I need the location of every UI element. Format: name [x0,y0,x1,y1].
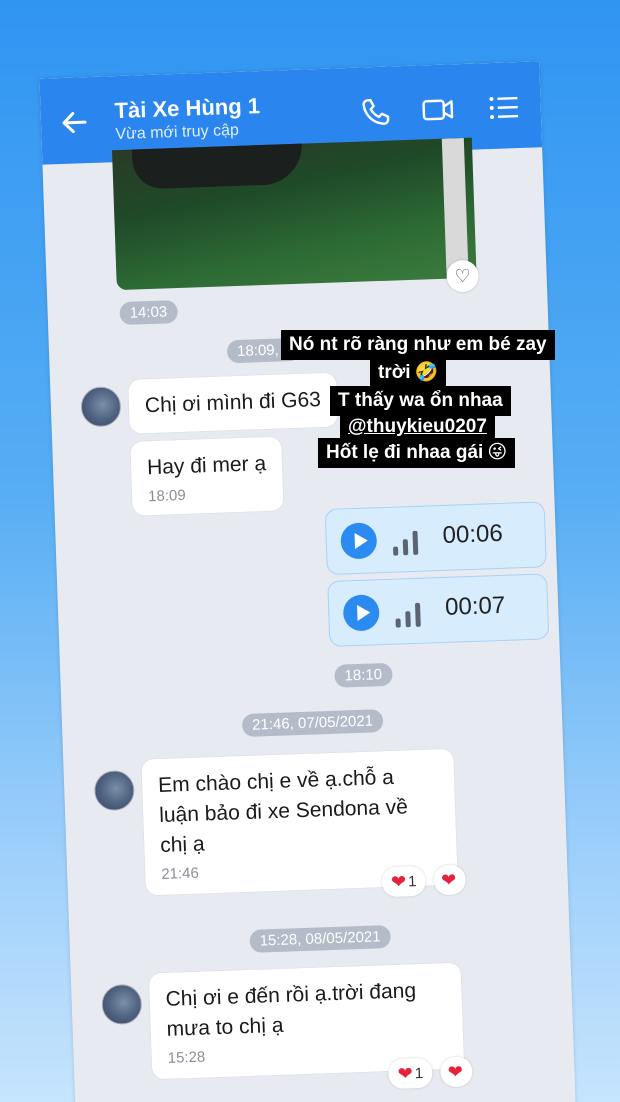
reaction-count[interactable]: ❤ 1 [387,1057,433,1090]
heart-react-icon[interactable]: ♡ [446,259,480,293]
timestamp-divider: 21:46, 07/05/2021 [241,709,384,738]
photo-message[interactable] [111,137,477,291]
play-icon[interactable] [342,594,380,632]
laughing-emoji-icon: 🤣 [414,362,439,383]
winking-tongue-emoji-icon: 😜 [487,442,508,463]
timestamp-divider: 15:28, 08/05/2021 [249,925,391,953]
message-text: Em chào chị e về ạ.chỗ a luận bảo đi xe … [157,765,409,857]
heart-icon: ❤ [447,1061,464,1082]
message-time: 18:09 [147,486,186,506]
menu-list-icon[interactable] [486,90,521,125]
heart-icon: ❤ [390,870,407,892]
avatar[interactable] [101,983,143,1026]
photo-time: 14:03 [119,300,178,326]
back-arrow-icon[interactable] [58,107,89,138]
voice-message-2[interactable]: 00:07 [327,573,550,647]
audio-bars-icon [395,601,426,628]
overlay-line-1: Nó nt rõ ràng như em bé zay [281,330,555,360]
chat-screen: Tài Xe Hùng 1 Vừa mới truy cập ♡ 14:03 1… [39,61,577,1102]
avatar[interactable] [80,386,122,428]
overlay-line-2-text: trời [378,362,411,383]
avatar[interactable] [93,769,136,812]
video-call-icon[interactable] [420,92,455,127]
voice-duration: 00:06 [442,519,504,549]
overlay-line-5-text: Hốt lẹ đi nhaa gái [326,442,484,463]
contact-name[interactable]: Tài Xe Hùng 1 [114,93,260,124]
overlay-line-2: trời 🤣 [370,358,447,388]
pole-in-photo [441,137,469,274]
message-bubble-1[interactable]: Chị ơi mình đi G63 [128,372,338,434]
reaction-count-value: 1 [407,872,417,890]
heart-react-icon[interactable]: ❤ [433,864,467,896]
overlay-line-5: Hốt lẹ đi nhaa gái 😜 [318,438,516,468]
phone-icon[interactable] [358,94,393,129]
contact-status: Vừa mới truy cập [115,121,240,144]
voice-time: 18:10 [334,662,393,688]
message-bubble-2[interactable]: Hay đi mer ạ 18:09 [130,436,284,516]
message-text: Hay đi mer ạ [146,452,267,480]
heart-react-icon[interactable]: ❤ [439,1056,473,1088]
reaction-count[interactable]: ❤ 1 [381,865,427,898]
heart-icon: ❤ [397,1062,414,1084]
reaction-count-value: 1 [414,1064,424,1082]
message-text: Chị ơi mình đi G63 [144,388,322,418]
message-text: Chị ơi e đến rồi ạ.trời đang mưa to chị … [165,979,417,1041]
voice-message-1[interactable]: 00:06 [324,501,547,576]
play-icon[interactable] [340,522,378,560]
audio-bars-icon [392,529,423,556]
voice-duration: 00:07 [444,591,506,621]
heart-icon: ❤ [440,869,457,890]
